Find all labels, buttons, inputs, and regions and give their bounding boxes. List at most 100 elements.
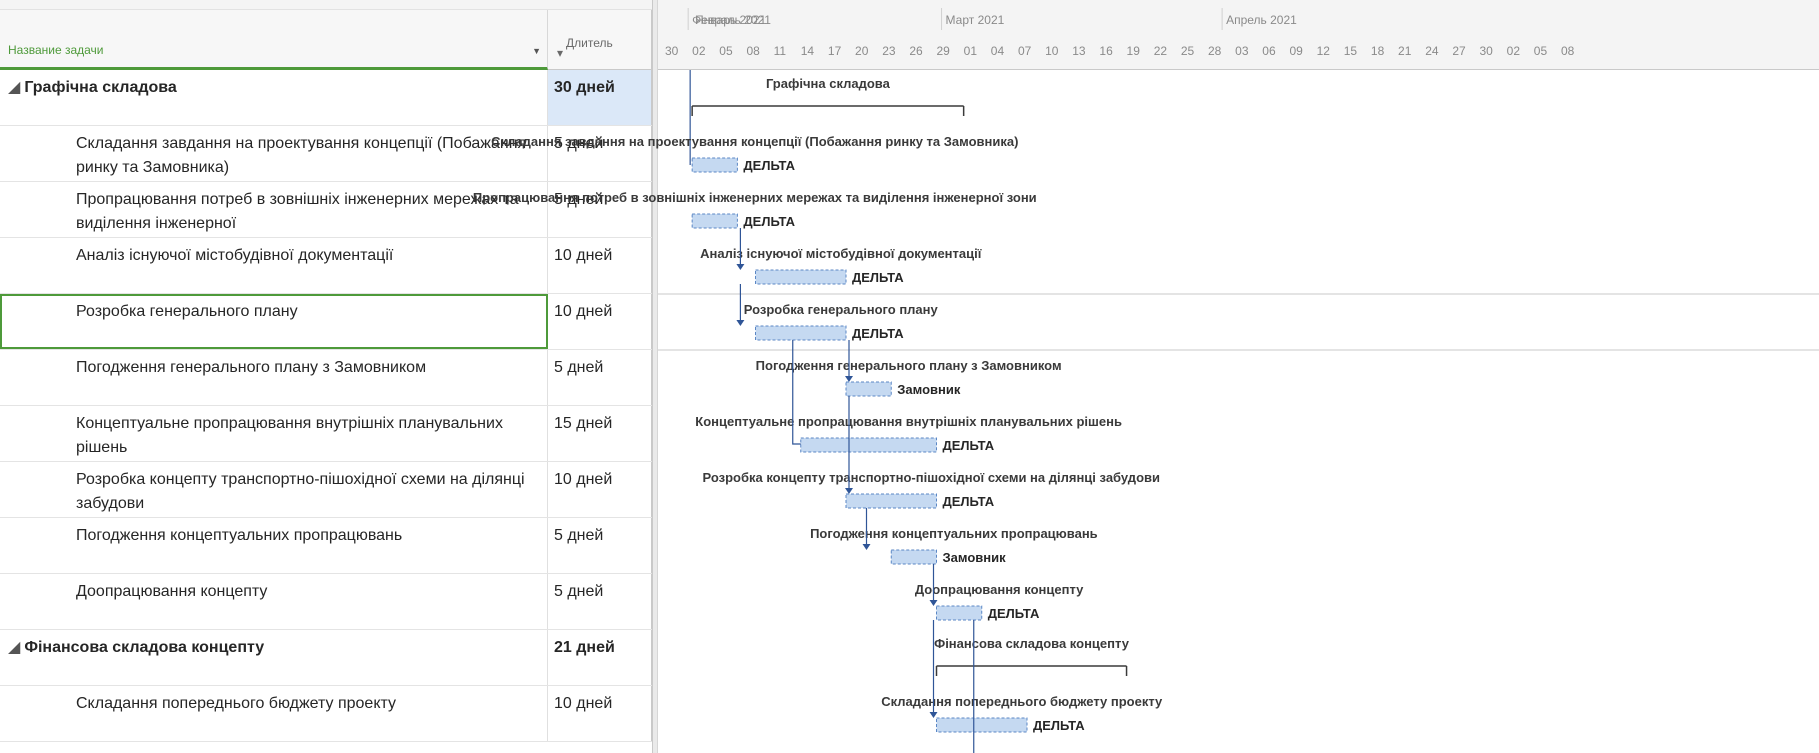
- task-name-cell[interactable]: Складання завдання на проектування конце…: [0, 126, 548, 181]
- dependency-arrow: [845, 376, 853, 382]
- chevron-down-icon[interactable]: ▼: [532, 46, 541, 56]
- task-name-cell[interactable]: Складання попереднього бюджету проекту: [0, 686, 548, 741]
- task-bar: [800, 437, 937, 453]
- resource-label: ДЕЛЬТА: [988, 606, 1040, 621]
- collapse-toggle-icon[interactable]: ◢: [8, 639, 20, 656]
- duration-cell[interactable]: 5 дней: [548, 126, 652, 181]
- pane-divider[interactable]: [652, 0, 658, 753]
- task-name-text: ◢ Фінансова складова концепту: [0, 630, 547, 660]
- task-bar: [755, 325, 847, 341]
- task-name-text: ◢ Графічна складова: [0, 70, 547, 100]
- task-row[interactable]: Розробка генерального плану 10 дней: [0, 294, 652, 350]
- dependency-link: [792, 340, 801, 445]
- task-name-header-label: Название задачи: [8, 43, 104, 57]
- task-name-column-header[interactable]: Название задачи ▼: [0, 10, 548, 70]
- task-name-text: Аналіз існуючої містобудівної документац…: [76, 247, 394, 264]
- collapse-toggle-icon[interactable]: ◢: [8, 79, 20, 96]
- task-bar-label: Складання попереднього бюджету проекту: [881, 694, 1163, 709]
- task-bar-label: Погодження концептуальних пропрацювань: [810, 526, 1098, 541]
- duration-text: 5 дней: [554, 135, 604, 152]
- task-name-cell[interactable]: Погодження генерального плану з Замовник…: [0, 350, 548, 405]
- duration-text: 5 дней: [554, 191, 604, 208]
- resource-label: ДЕЛЬТА: [743, 214, 795, 229]
- duration-cell[interactable]: 30 дней: [548, 70, 652, 125]
- grid-top-strip: [0, 0, 652, 10]
- task-bar: [845, 381, 892, 397]
- task-bar-label: Доопрацювання концепту: [915, 582, 1084, 597]
- resource-label: ДЕЛЬТА: [852, 270, 904, 285]
- task-name-cell[interactable]: Концептуальне пропрацювання внутрішніх п…: [0, 406, 548, 461]
- grid-header: Название задачи ▼ Длитель ▾: [0, 10, 652, 70]
- resource-label: ДЕЛЬТА: [943, 438, 995, 453]
- task-bar-label: Розробка генерального плану: [744, 302, 939, 317]
- task-bar-label: Аналіз існуючої містобудівної документац…: [700, 246, 982, 261]
- dependency-arrow: [929, 600, 938, 606]
- task-row[interactable]: Доопрацювання концепту 5 дней: [0, 574, 652, 630]
- task-row[interactable]: Пропрацювання потреб в зовнішніх інженер…: [0, 182, 652, 238]
- duration-cell[interactable]: 10 дней: [548, 238, 652, 293]
- duration-cell[interactable]: 15 дней: [548, 406, 652, 461]
- duration-text: 10 дней: [554, 303, 613, 320]
- task-bar: [691, 213, 738, 229]
- task-name-text: Пропрацювання потреб в зовнішніх інженер…: [76, 191, 519, 232]
- task-bar: [936, 605, 983, 621]
- summary-name-label: Фінансова складова концепту: [24, 639, 265, 656]
- task-name-cell[interactable]: Аналіз існуючої містобудівної документац…: [0, 238, 548, 293]
- duration-cell[interactable]: 5 дней: [548, 574, 652, 629]
- resource-label: ДЕЛЬТА: [1033, 718, 1085, 733]
- duration-cell[interactable]: 5 дней: [548, 182, 652, 237]
- dependency-arrow: [845, 488, 853, 494]
- duration-header-label: Длитель ▾: [557, 36, 613, 60]
- summary-name-label: Графічна складова: [24, 79, 177, 96]
- resource-label: Замовник: [943, 550, 1007, 565]
- task-bar: [890, 549, 937, 565]
- resource-label: ДЕЛЬТА: [943, 494, 995, 509]
- duration-text: 15 дней: [554, 415, 613, 432]
- duration-cell[interactable]: 10 дней: [548, 294, 652, 349]
- duration-cell[interactable]: 5 дней: [548, 518, 652, 573]
- task-name-text: Погодження концептуальних пропрацювань: [76, 527, 403, 544]
- duration-text: 5 дней: [554, 583, 604, 600]
- task-name-cell[interactable]: Погодження концептуальних пропрацювань: [0, 518, 548, 573]
- duration-text: 10 дней: [554, 247, 613, 264]
- duration-text: 10 дней: [554, 695, 613, 712]
- task-name-cell[interactable]: Доопрацювання концепту: [0, 574, 548, 629]
- duration-column-header[interactable]: Длитель ▾: [548, 10, 652, 70]
- task-name-text: Складання попереднього бюджету проекту: [76, 695, 397, 712]
- duration-cell[interactable]: 10 дней: [548, 462, 652, 517]
- task-row[interactable]: Погодження генерального плану з Замовник…: [0, 350, 652, 406]
- duration-text: 21 дней: [554, 639, 615, 656]
- task-row[interactable]: Погодження концептуальних пропрацювань 5 …: [0, 518, 652, 574]
- task-name-text: Доопрацювання концепту: [76, 583, 268, 600]
- task-bar: [845, 493, 937, 509]
- task-name-text: Концептуальне пропрацювання внутрішніх п…: [76, 415, 503, 456]
- task-row[interactable]: Складання завдання на проектування конце…: [0, 126, 652, 182]
- task-name-cell[interactable]: ◢ Фінансова складова концепту: [0, 630, 548, 685]
- summary-task-row[interactable]: ◢ Фінансова складова концепту 21 дней: [0, 630, 652, 686]
- dependency-arrow: [929, 712, 938, 718]
- task-bar: [755, 269, 847, 285]
- resource-label: ДЕЛЬТА: [743, 158, 795, 173]
- timescale-header: [652, 0, 1819, 70]
- duration-text: 5 дней: [554, 527, 604, 544]
- task-row[interactable]: Розробка концепту транспортно-пішохідної…: [0, 462, 652, 518]
- task-name-cell[interactable]: Розробка концепту транспортно-пішохідної…: [0, 462, 548, 517]
- task-name-text: Погодження генерального плану з Замовник…: [76, 359, 427, 376]
- dependency-arrow: [736, 320, 745, 326]
- task-bar: [936, 717, 1028, 733]
- task-grid: Название задачи ▼ Длитель ▾ ◢ Графічна ск…: [0, 0, 652, 753]
- task-row[interactable]: Концептуальне пропрацювання внутрішніх п…: [0, 406, 652, 462]
- duration-cell[interactable]: 21 дней: [548, 630, 652, 685]
- task-row[interactable]: Аналіз існуючої містобудівної документац…: [0, 238, 652, 294]
- task-row[interactable]: Складання попереднього бюджету проекту 10…: [0, 686, 652, 742]
- duration-cell[interactable]: 5 дней: [548, 350, 652, 405]
- task-name-cell[interactable]: Пропрацювання потреб в зовнішніх інженер…: [0, 182, 548, 237]
- task-bar-label: Концептуальне пропрацювання внутрішніх п…: [695, 414, 1122, 429]
- summary-task-row[interactable]: ◢ Графічна складова 30 дней: [0, 70, 652, 126]
- task-bar: [691, 157, 738, 173]
- task-name-cell[interactable]: ◢ Графічна складова: [0, 70, 548, 125]
- dependency-arrow: [862, 544, 871, 550]
- resource-label: ДЕЛЬТА: [852, 326, 904, 341]
- duration-cell[interactable]: 10 дней: [548, 686, 652, 741]
- task-name-cell[interactable]: Розробка генерального плану: [0, 294, 548, 349]
